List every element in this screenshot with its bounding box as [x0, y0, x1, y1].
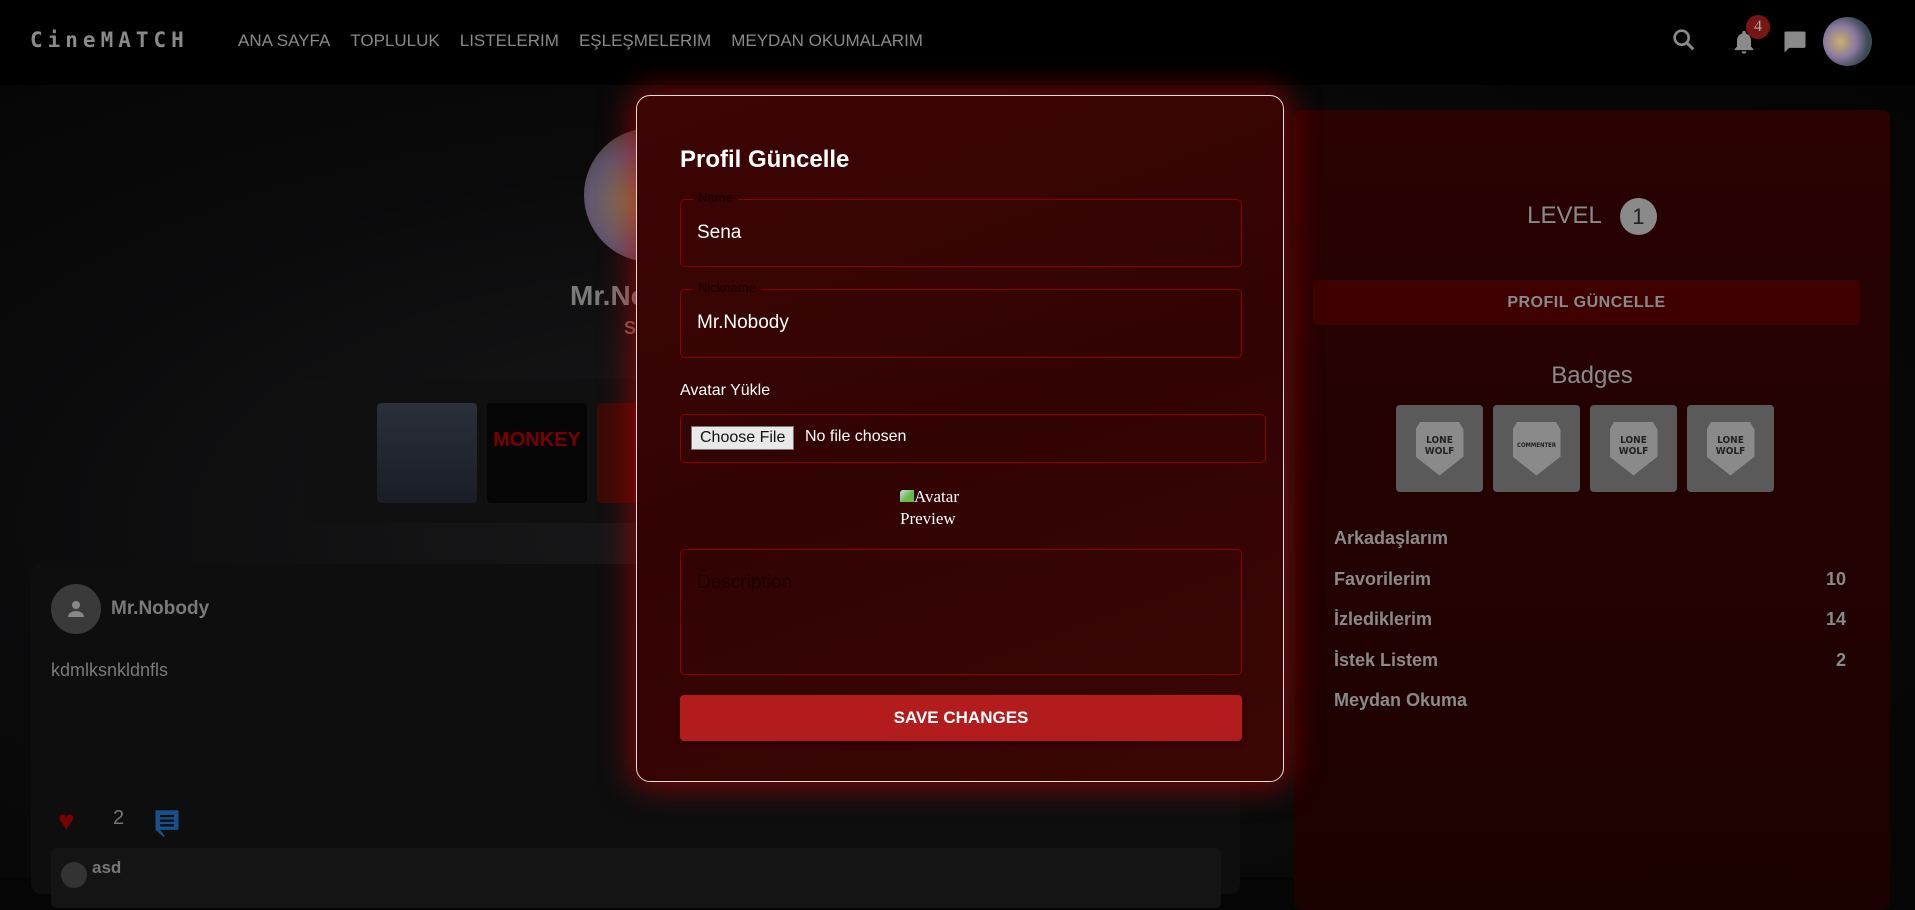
modal-title: Profil Güncelle	[680, 146, 850, 173]
broken-image-icon	[900, 490, 914, 502]
nickname-label: Nickname	[693, 280, 761, 295]
avatar-preview: Avatar Preview	[900, 487, 959, 528]
avatar-file-input[interactable]: Choose File No file chosen	[680, 414, 1266, 463]
save-changes-button[interactable]: SAVE CHANGES	[680, 695, 1242, 741]
choose-file-button[interactable]: Choose File	[691, 426, 795, 450]
description-input[interactable]	[680, 549, 1242, 675]
nickname-field: Nickname	[680, 280, 1242, 358]
name-field: Name	[680, 190, 1242, 267]
file-status: No file chosen	[805, 428, 907, 445]
avatar-upload-label: Avatar Yükle	[680, 382, 771, 399]
nickname-input[interactable]	[697, 312, 1217, 334]
name-label: Name	[693, 190, 738, 205]
profile-update-modal: Profil Güncelle Name Nickname Avatar Yük…	[636, 95, 1284, 782]
name-input[interactable]	[697, 222, 1217, 244]
